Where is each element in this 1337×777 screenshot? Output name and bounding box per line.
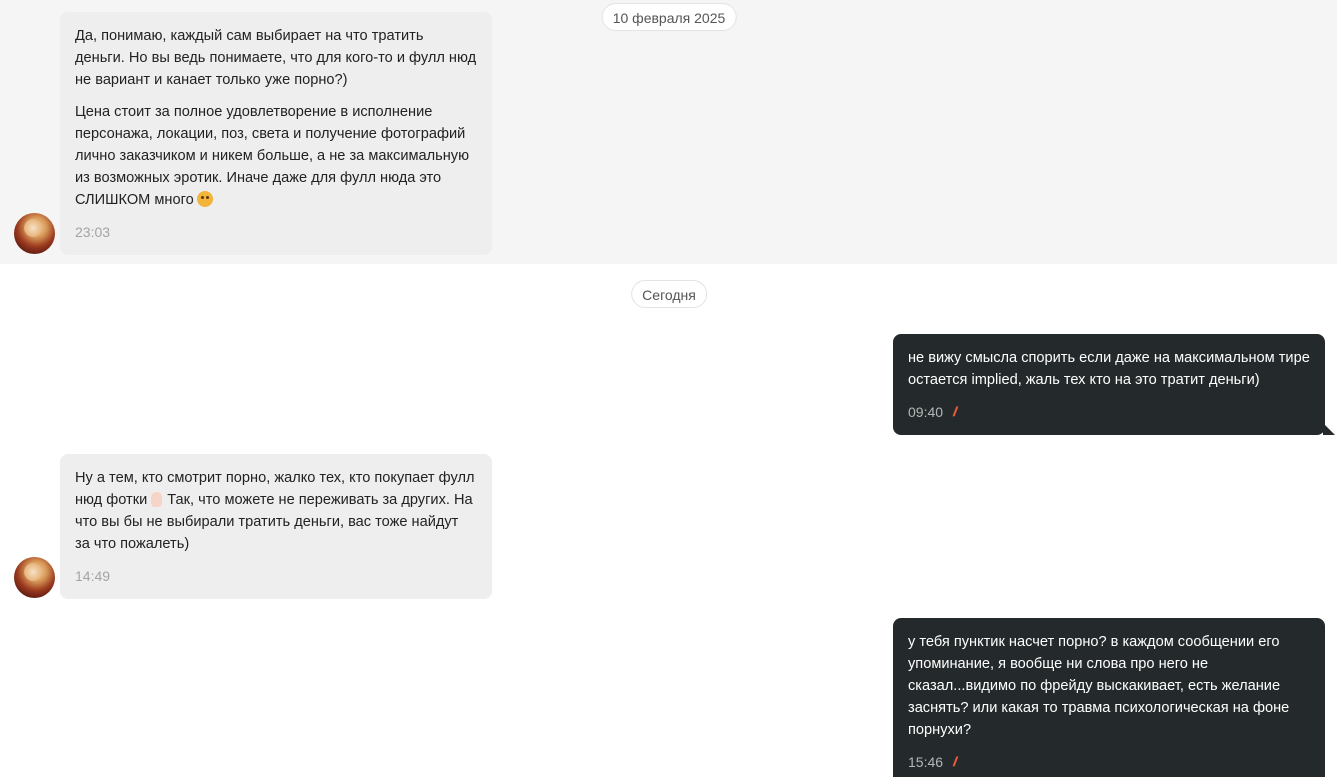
date-separator-today: Сегодня <box>631 280 707 308</box>
message-bubble-outgoing[interactable]: не вижу смысла спорить если даже на макс… <box>893 334 1335 435</box>
double-check-read-icon: // <box>953 404 958 419</box>
message-bubble-incoming[interactable]: Ну а тем, кто смотрит порно, жалко тех, … <box>60 454 492 599</box>
chat-history[interactable]: 10 февраля 2025 Да, понимаю, каждый сам … <box>0 0 1337 777</box>
message-meta: 15:46 // <box>908 751 1310 773</box>
message-time: 15:46 <box>908 754 944 770</box>
message-bubble-outgoing[interactable]: у тебя пунктик насчет порно? в каждом со… <box>893 618 1325 777</box>
message-text: у тебя пунктик насчет порно? в каждом со… <box>908 634 1290 738</box>
message-text-part: Цена стоит за полное удовлетворение в ис… <box>75 104 470 208</box>
message-text: не вижу смысла спорить если даже на макс… <box>908 350 1310 388</box>
avatar[interactable] <box>14 213 55 254</box>
bubble-tail <box>1323 423 1335 435</box>
message-bubble-incoming[interactable]: Да, понимаю, каждый сам выбирает на что … <box>60 12 492 255</box>
message-text: Да, понимаю, каждый сам выбирает на что … <box>75 28 477 88</box>
message-meta: 09:40 // <box>908 401 1310 423</box>
message-text: Ну а тем, кто смотрит порно, жалко тех, … <box>75 467 477 555</box>
thinking-face-emoji-icon <box>196 191 213 207</box>
avatar[interactable] <box>14 557 55 598</box>
message-time: 09:40 <box>908 404 944 420</box>
raised-hand-emoji-icon <box>151 492 163 507</box>
double-check-read-icon: // <box>953 754 958 769</box>
message-time: 14:49 <box>75 568 111 584</box>
date-separator-old: 10 февраля 2025 <box>601 3 737 31</box>
message-time: 23:03 <box>75 224 111 240</box>
message-text: Цена стоит за полное удовлетворение в ис… <box>75 101 477 211</box>
